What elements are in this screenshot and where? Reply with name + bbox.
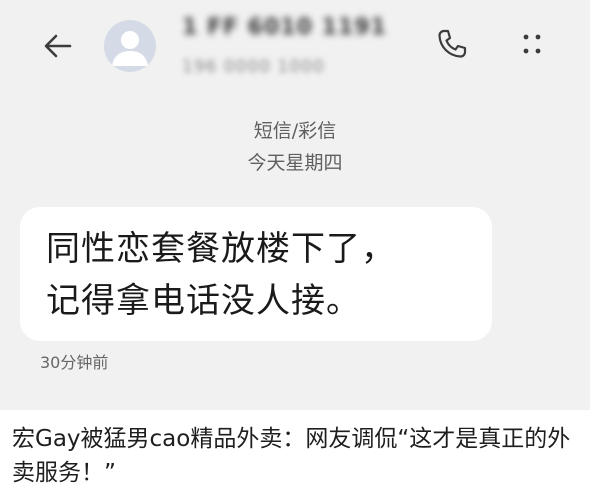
image-caption: 宏Gay被猛男cao精品外卖：网友调侃“这才是真正的外卖服务！” — [12, 426, 571, 486]
more-options-button[interactable] — [510, 22, 554, 66]
channel-label: 短信/彩信 — [253, 120, 337, 142]
phone-icon — [438, 29, 467, 58]
date-divider: 今天星期四 — [247, 152, 343, 174]
more-vertical-icon — [523, 34, 541, 54]
contact-number: 196 0000 1000 — [182, 57, 325, 77]
sms-conversation-screen: 1 FF 6010 1191 196 0000 1000 短信/彩信 今天星期四… — [0, 0, 590, 410]
contact-avatar[interactable] — [104, 20, 156, 72]
message-timestamp: 30分钟前 — [40, 353, 109, 372]
back-button[interactable] — [34, 22, 82, 70]
message-line: 同性恋套餐放楼下了， — [46, 229, 396, 269]
contact-name: 1 FF 6010 1191 — [182, 15, 387, 40]
person-icon — [112, 31, 148, 66]
message-line: 记得拿电话没人接。 — [46, 281, 361, 321]
call-button[interactable] — [430, 22, 474, 66]
incoming-message-bubble[interactable]: 同性恋套餐放楼下了， 记得拿电话没人接。 — [20, 207, 492, 341]
back-arrow-icon — [44, 34, 72, 58]
